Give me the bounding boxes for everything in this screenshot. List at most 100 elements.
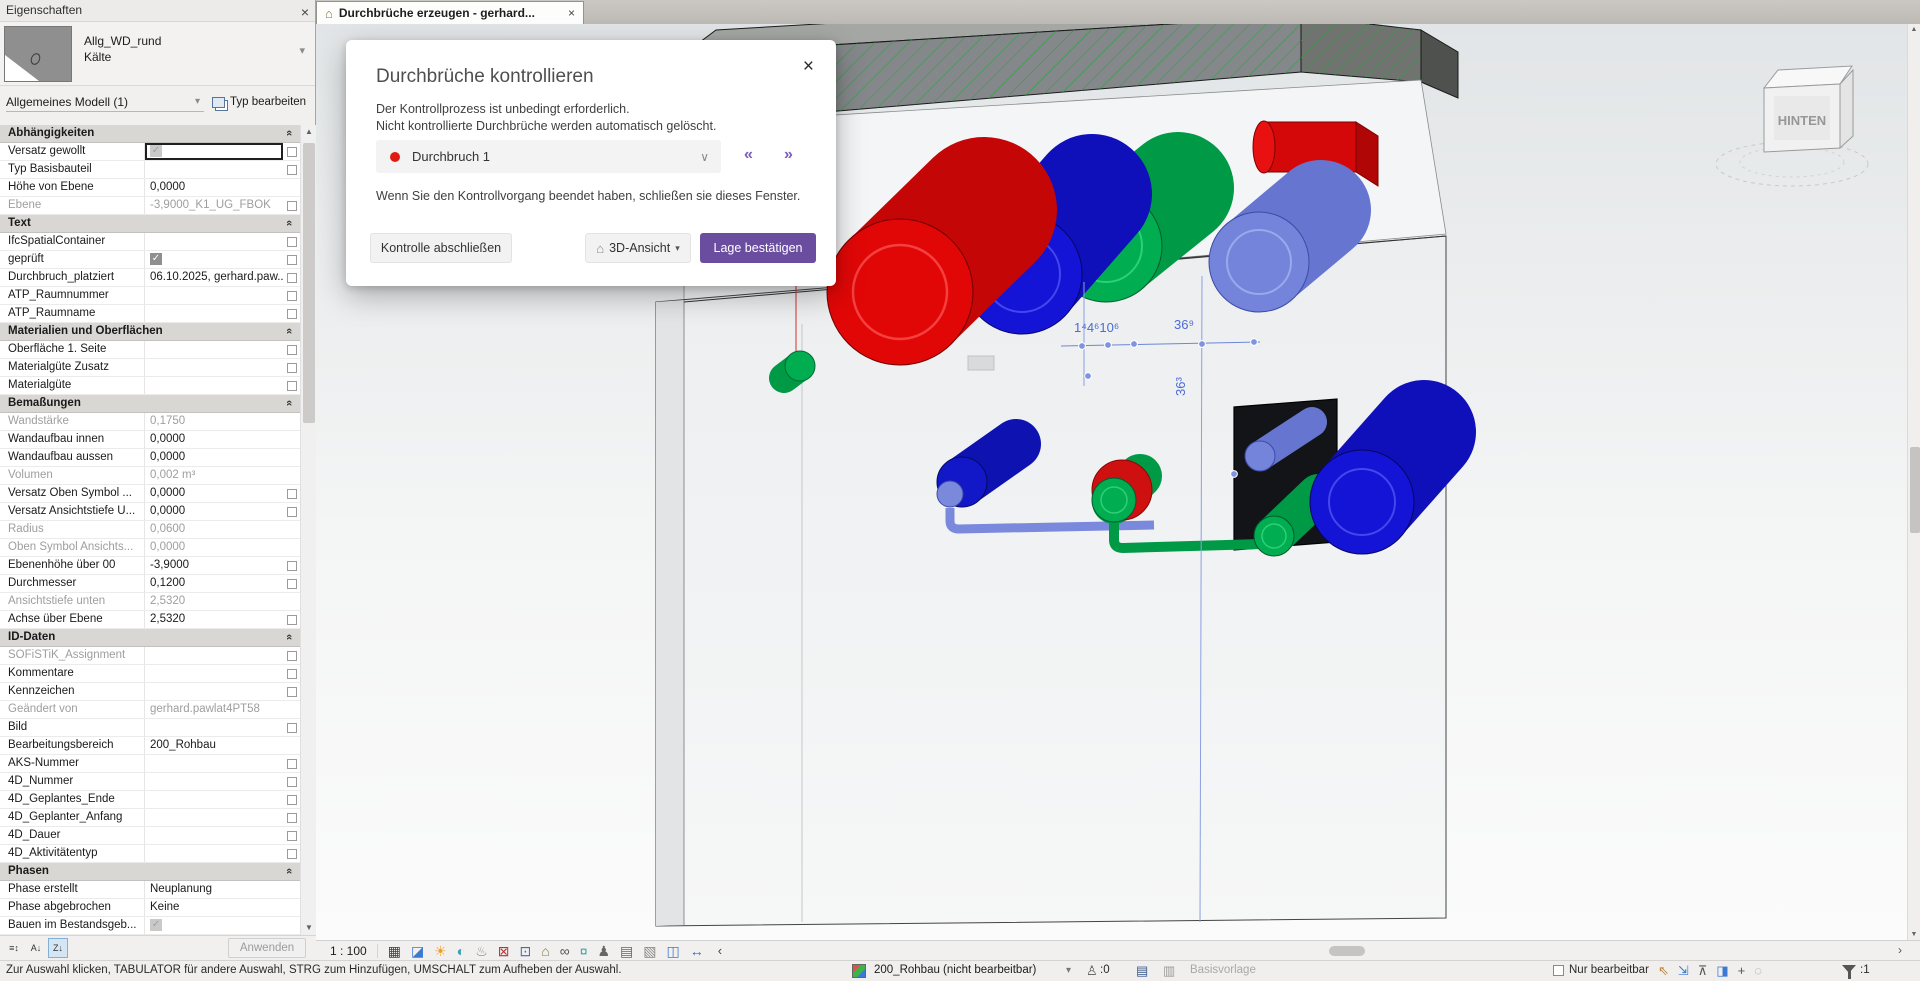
detail-level-icon[interactable]: ▦: [388, 942, 401, 960]
collapse-chevron-icon[interactable]: «: [283, 868, 295, 874]
property-value[interactable]: [145, 287, 283, 304]
drag-on-selection-icon[interactable]: +: [1738, 962, 1746, 980]
property-value[interactable]: 06.10.2025, gerhard.paw...: [145, 269, 283, 286]
scroll-down-icon[interactable]: ▼: [301, 921, 317, 935]
property-value[interactable]: [145, 827, 283, 844]
property-value[interactable]: -3,9000_K1_UG_FBOK: [145, 197, 283, 214]
filter-icon[interactable]: [1842, 965, 1856, 973]
collapse-chevron-icon[interactable]: «: [283, 634, 295, 640]
view-cube[interactable]: HINTEN: [1716, 66, 1868, 186]
property-value[interactable]: 0,0000: [145, 431, 283, 448]
associate-parameter-checkbox[interactable]: [287, 651, 297, 661]
chevron-down-icon[interactable]: ▾: [299, 44, 305, 57]
reveal-hidden-icon[interactable]: ¤: [580, 942, 588, 960]
value-checkbox[interactable]: ✓: [150, 919, 162, 931]
dimension-text-2[interactable]: 36⁹: [1174, 317, 1194, 332]
associate-parameter-checkbox[interactable]: [287, 255, 297, 265]
associate-parameter-checkbox[interactable]: [287, 291, 297, 301]
select-underlay-icon[interactable]: ⇲: [1678, 962, 1689, 980]
associate-parameter-checkbox[interactable]: [287, 777, 297, 787]
property-value[interactable]: 0,0000: [145, 503, 283, 520]
finish-control-button[interactable]: Kontrolle abschließen: [370, 233, 512, 263]
collapse-icon[interactable]: ‹: [714, 943, 722, 958]
shadows-icon[interactable]: ◐: [457, 942, 465, 960]
sort-za-button[interactable]: Z↓: [48, 938, 68, 958]
property-value[interactable]: [145, 773, 283, 790]
associate-parameter-checkbox[interactable]: [287, 615, 297, 625]
displace-elements-icon[interactable]: ◫: [667, 942, 680, 960]
property-value[interactable]: 0,002 m³: [145, 467, 283, 484]
reveal-constraints-icon[interactable]: ↔: [690, 942, 704, 960]
viewcube-face-label[interactable]: HINTEN: [1778, 113, 1826, 128]
associate-parameter-checkbox[interactable]: [287, 723, 297, 733]
design-options-icon[interactable]: ▤: [1136, 963, 1148, 979]
design-options-edit-icon[interactable]: ▥: [1163, 963, 1175, 979]
collapse-chevron-icon[interactable]: «: [283, 328, 295, 334]
associate-parameter-checkbox[interactable]: [287, 849, 297, 859]
property-value[interactable]: [145, 791, 283, 808]
property-value[interactable]: ✓: [145, 251, 283, 268]
associate-parameter-checkbox[interactable]: [287, 273, 297, 283]
property-value[interactable]: [145, 647, 283, 664]
scroll-down-icon[interactable]: ▼: [1908, 931, 1920, 938]
associate-parameter-checkbox[interactable]: [287, 795, 297, 805]
property-value[interactable]: -3,9000: [145, 557, 283, 574]
select-faces-icon[interactable]: ◨: [1716, 962, 1728, 980]
property-value[interactable]: [145, 377, 283, 394]
wall[interactable]: [656, 236, 1446, 926]
property-value[interactable]: 0,1200: [145, 575, 283, 592]
durchbruch-dropdown[interactable]: Durchbruch 1 ∨: [376, 140, 721, 173]
close-icon[interactable]: ×: [301, 2, 309, 23]
confirm-position-button[interactable]: Lage bestätigen: [700, 233, 816, 263]
property-value[interactable]: [145, 233, 283, 250]
category-row[interactable]: Phasen«: [0, 863, 300, 881]
property-value[interactable]: 0,0000: [145, 179, 283, 196]
property-value[interactable]: 0,0000: [145, 485, 283, 502]
select-links-icon[interactable]: ⇖: [1658, 962, 1669, 980]
pipe-green-stub[interactable]: [784, 351, 815, 381]
horizontal-scrollbar-thumb[interactable]: [1329, 946, 1365, 956]
property-value[interactable]: [145, 665, 283, 682]
associate-parameter-checkbox[interactable]: [287, 237, 297, 247]
editing-requests-count[interactable]: :0: [1100, 964, 1110, 976]
category-row[interactable]: Materialien und Oberflächen«: [0, 323, 300, 341]
spinner-icon[interactable]: ◌: [1754, 962, 1762, 980]
scroll-right-icon[interactable]: ›: [1898, 943, 1902, 957]
property-value[interactable]: [145, 719, 283, 736]
scrollbar-thumb[interactable]: [303, 143, 315, 423]
associate-parameter-checkbox[interactable]: [287, 381, 297, 391]
associate-parameter-checkbox[interactable]: [287, 561, 297, 571]
category-row[interactable]: ID-Daten«: [0, 629, 300, 647]
collapse-chevron-icon[interactable]: «: [283, 130, 295, 136]
category-row[interactable]: Bemaßungen«: [0, 395, 300, 413]
property-value[interactable]: 200_Rohbau: [145, 737, 283, 754]
crop-region-icon[interactable]: ⊡: [520, 942, 532, 960]
close-icon[interactable]: ×: [803, 56, 814, 78]
design-option-label[interactable]: Basisvorlage: [1190, 964, 1256, 976]
dimension-text-1[interactable]: 1⁴4⁶10⁶: [1074, 320, 1119, 335]
visual-style-icon[interactable]: ◪: [411, 942, 424, 960]
scrollbar-thumb[interactable]: [1910, 447, 1920, 533]
category-row[interactable]: Abhängigkeiten«: [0, 125, 300, 143]
temporary-hide-icon[interactable]: ∞: [560, 942, 570, 960]
editable-only-checkbox[interactable]: [1553, 965, 1564, 976]
associate-parameter-checkbox[interactable]: [287, 831, 297, 841]
chevron-down-icon[interactable]: ▾: [1066, 965, 1071, 976]
associate-parameter-checkbox[interactable]: [287, 813, 297, 823]
property-value[interactable]: 0,0600: [145, 521, 283, 538]
value-checkbox[interactable]: ✓: [150, 145, 162, 157]
associate-parameter-checkbox[interactable]: [287, 309, 297, 319]
apply-button[interactable]: Anwenden: [228, 938, 306, 958]
value-checkbox[interactable]: ✓: [150, 253, 162, 265]
property-value[interactable]: [145, 683, 283, 700]
associate-parameter-checkbox[interactable]: [287, 363, 297, 373]
property-value[interactable]: gerhard.pawlat4PT58: [145, 701, 283, 718]
associate-parameter-checkbox[interactable]: [287, 669, 297, 679]
associate-parameter-checkbox[interactable]: [287, 579, 297, 589]
property-value[interactable]: [145, 359, 283, 376]
type-selector[interactable]: Allg_WD_rund Kälte ▾: [0, 22, 315, 86]
scroll-up-icon[interactable]: ▲: [301, 125, 317, 139]
property-value[interactable]: 0,1750: [145, 413, 283, 430]
view-tab[interactable]: ⌂ Durchbrüche erzeugen - gerhard... ×: [316, 1, 584, 24]
dimension-text-3[interactable]: 36³: [1173, 377, 1188, 396]
